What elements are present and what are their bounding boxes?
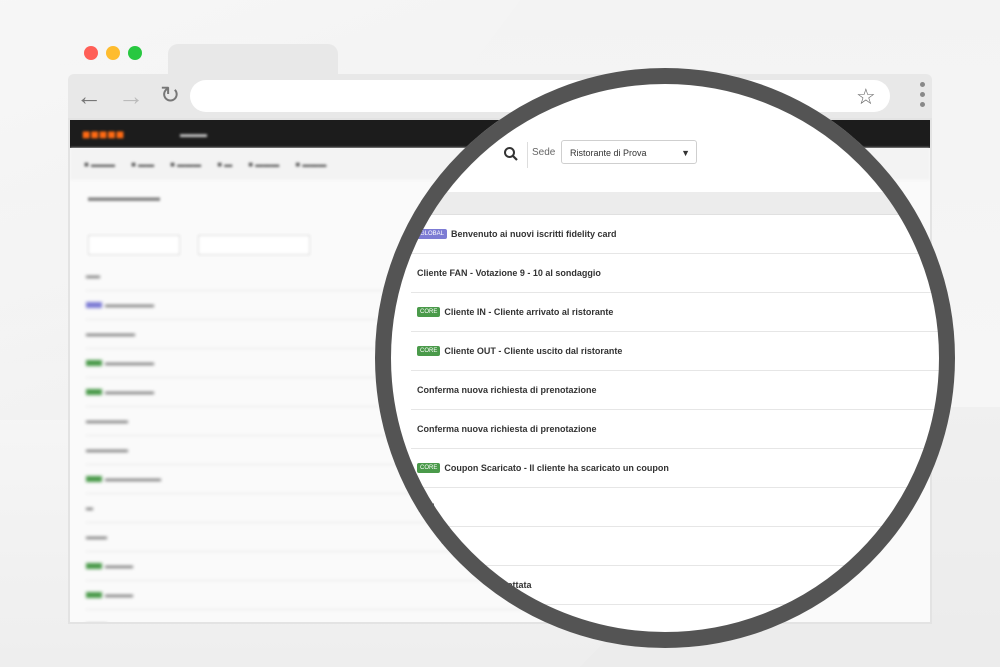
- row-title: Benvenuto ai nuovi iscritti fidelity car…: [451, 229, 617, 239]
- page-title: ▬▬▬▬▬▬: [88, 190, 160, 204]
- sede-dropdown[interactable]: Ristorante di Prova ▼: [561, 140, 697, 164]
- row-title: Cliente FAN - Votazione 9 - 10 al sondag…: [417, 268, 601, 278]
- divider: [527, 142, 528, 168]
- nav-item[interactable]: ■ ▬▬▬: [84, 160, 115, 169]
- nav-item[interactable]: ■ ▬: [217, 160, 232, 169]
- row-title: Conferma nuova richiesta di prenotazione: [417, 385, 597, 395]
- nav-item[interactable]: ■ ▬▬▬: [170, 160, 201, 169]
- sede-select[interactable]: [198, 235, 310, 255]
- table-header: me: [411, 192, 955, 215]
- row-title: Cliente IN - Cliente arrivato al ristora…: [444, 307, 614, 317]
- sede-selected-value: Ristorante di Prova: [570, 148, 647, 158]
- table-row[interactable]: CORE Cliente IN - Cliente arrivato al ri…: [411, 293, 955, 332]
- table-row[interactable]: Conferma nuova richiesta di prenotazione: [411, 410, 955, 449]
- magnifier-lens: Sede Ristorante di Prova ▼ me GLOBAL Ben…: [375, 68, 955, 648]
- close-window-dot[interactable]: [84, 46, 98, 60]
- reload-icon[interactable]: ↻: [160, 83, 180, 109]
- table-row[interactable]: CORE Coupon Scaricato - Il cliente ha sc…: [411, 449, 955, 488]
- table-row[interactable]: Accettata: [411, 566, 955, 605]
- chevron-down-icon: ▼: [681, 148, 690, 158]
- table-row[interactable]: git 1: [411, 488, 955, 527]
- search-icon[interactable]: [503, 146, 519, 162]
- table-row[interactable]: Cliente FAN - Votazione 9 - 10 al sondag…: [411, 254, 955, 293]
- automation-table: me GLOBAL Benvenuto ai nuovi iscritti fi…: [411, 192, 955, 605]
- row-title: Coupon Scaricato - Il cliente ha scarica…: [444, 463, 669, 473]
- filter-bar: Sede Ristorante di Prova ▼: [375, 138, 955, 174]
- badge-global: GLOBAL: [417, 229, 448, 239]
- browser-tab[interactable]: [168, 44, 338, 78]
- search-input[interactable]: [88, 235, 180, 255]
- row-title: Accettata: [491, 580, 532, 590]
- table-row[interactable]: GLOBAL Benvenuto ai nuovi iscritti fidel…: [411, 215, 955, 254]
- badge-core: CORE: [417, 346, 441, 356]
- app-logo-subtitle: ▬▬▬: [180, 129, 207, 139]
- row-title: iente Fan: [417, 541, 457, 551]
- badge-core: CORE: [417, 463, 441, 473]
- nav-item[interactable]: ■ ▬▬▬: [295, 160, 326, 169]
- table-row[interactable]: iente Fan: [411, 527, 955, 566]
- window-controls: [84, 46, 142, 60]
- minimize-window-dot[interactable]: [106, 46, 120, 60]
- row-title: Conferma nuova richiesta di prenotazione: [417, 424, 597, 434]
- row-title: Cliente OUT - Cliente uscito dal ristora…: [444, 346, 623, 356]
- arrow-right-icon[interactable]: →: [118, 83, 144, 109]
- maximize-window-dot[interactable]: [128, 46, 142, 60]
- app-logo: ■■■■■: [82, 126, 125, 142]
- row-title: git 1: [417, 502, 436, 512]
- nav-item[interactable]: ■ ▬▬: [131, 160, 154, 169]
- badge-core: CORE: [417, 307, 441, 317]
- sede-label: Sede: [532, 147, 556, 158]
- nav-item[interactable]: ■ ▬▬▬: [248, 160, 279, 169]
- table-row[interactable]: Conferma nuova richiesta di prenotazione: [411, 371, 955, 410]
- table-row[interactable]: CORE Cliente OUT - Cliente uscito dal ri…: [411, 332, 955, 371]
- magnified-content: Sede Ristorante di Prova ▼ me GLOBAL Ben…: [375, 68, 955, 648]
- arrow-left-icon[interactable]: ←: [76, 83, 102, 109]
